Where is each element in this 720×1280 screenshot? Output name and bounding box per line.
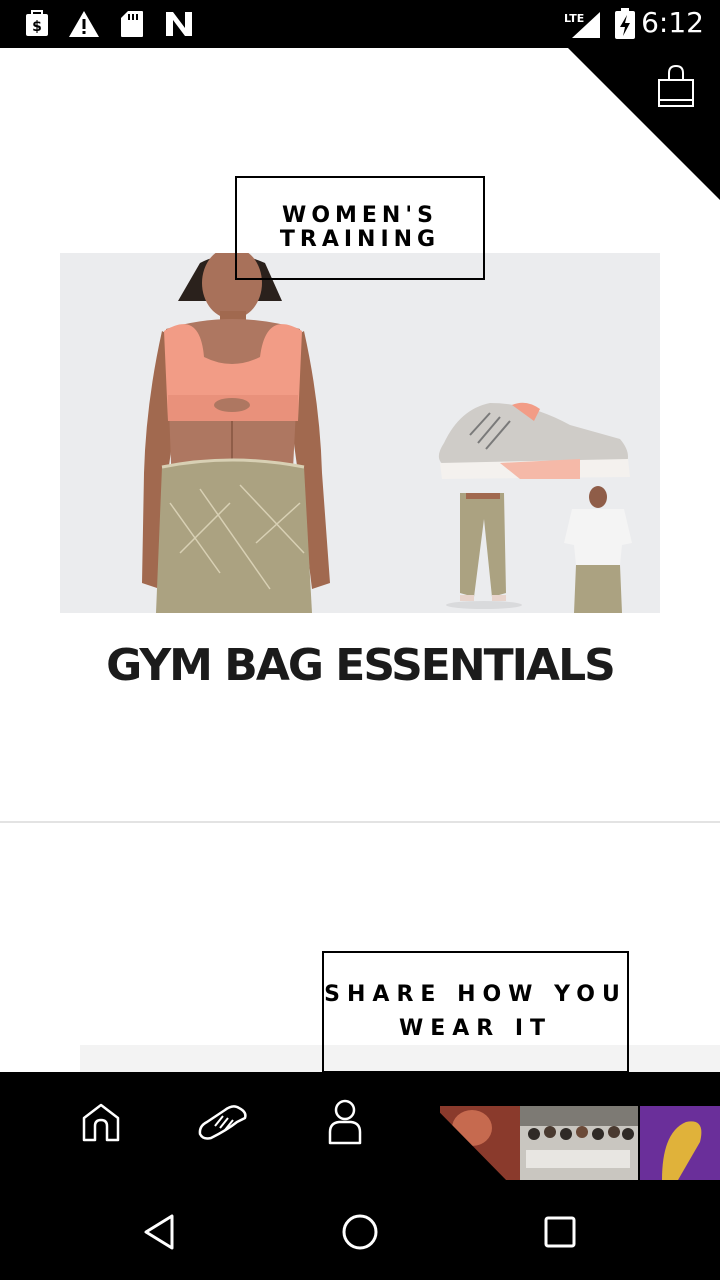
home-icon — [82, 1103, 120, 1142]
nav-profile[interactable] — [315, 1092, 375, 1152]
warning-icon — [68, 10, 100, 42]
system-navigation-bar — [0, 1184, 720, 1280]
svg-text:$: $ — [32, 19, 42, 35]
shopping-bag-icon[interactable] — [656, 64, 696, 108]
network-label: LTE — [564, 12, 584, 25]
n-app-icon — [164, 10, 194, 42]
status-bar: $ LTE 6:12 — [0, 0, 720, 48]
category-label: WOMEN'S TRAINING — [279, 203, 441, 252]
category-label-box: WOMEN'S TRAINING — [235, 176, 485, 280]
bottom-navigation — [0, 1072, 720, 1184]
back-icon — [144, 1214, 174, 1250]
back-button[interactable] — [136, 1208, 184, 1256]
community-label-box: SHARE HOW YOU WEAR IT — [322, 951, 629, 1072]
battery-charging-icon — [614, 8, 636, 44]
shoe-icon — [198, 1105, 247, 1140]
recents-icon — [544, 1216, 576, 1248]
nav-shop[interactable] — [193, 1092, 253, 1152]
recents-button[interactable] — [536, 1208, 584, 1256]
main-content[interactable]: WOMEN'S TRAINING GYM BAG ESSENTIALS SHAR… — [0, 48, 720, 1072]
nav-home[interactable] — [71, 1092, 131, 1152]
hero-illustration — [142, 253, 632, 613]
ugc-thumbnails — [400, 1072, 720, 1184]
home-button[interactable] — [336, 1208, 384, 1256]
shopping-notification-icon: $ — [24, 10, 50, 42]
status-time: 6:12 — [641, 6, 704, 39]
community-label: SHARE HOW YOU WEAR IT — [324, 982, 627, 1041]
ugc-thumbnail-strip[interactable] — [400, 1072, 720, 1184]
profile-icon — [328, 1099, 362, 1145]
promo-headline[interactable]: GYM BAG ESSENTIALS — [0, 640, 720, 691]
home-circle-icon — [342, 1214, 378, 1250]
community-card[interactable]: SHARE HOW YOU WEAR IT — [0, 823, 720, 1072]
sd-card-icon — [120, 10, 144, 42]
hero-image[interactable] — [60, 253, 660, 613]
bag-corner-triangle — [568, 48, 720, 200]
signal-icon: LTE — [562, 10, 602, 44]
